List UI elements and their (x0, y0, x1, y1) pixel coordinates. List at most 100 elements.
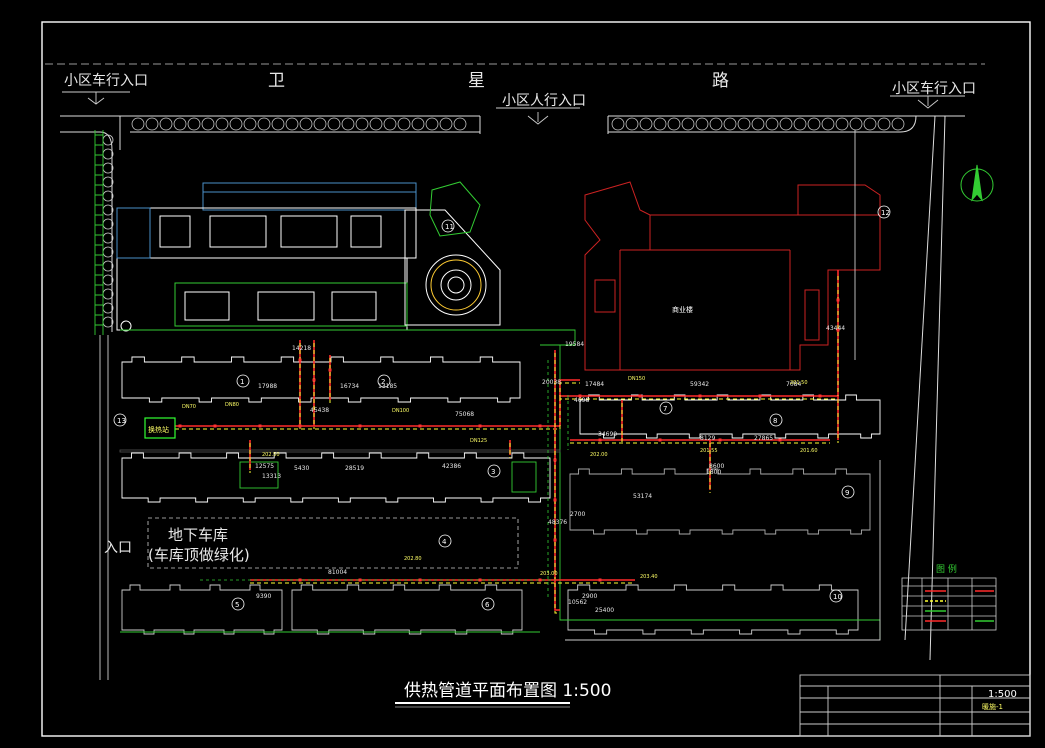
heating-pipes (175, 270, 839, 614)
pipe-length-label: 53174 (633, 493, 652, 500)
pipe-length-label: 42386 (442, 463, 461, 470)
tree-icon (709, 117, 723, 131)
tree-icon (821, 117, 835, 131)
tree-icon (187, 117, 201, 131)
pipe-spec-label: 201.55 (700, 448, 718, 454)
road-char-3: 路 (712, 71, 729, 91)
pipe-length-label: 13313 (262, 473, 281, 480)
tree-icon (681, 117, 695, 131)
tree-icon (653, 117, 667, 131)
building-number: 13 (117, 417, 126, 425)
commercial-block (116, 181, 501, 332)
pipe-spec-label: DN100 (392, 408, 409, 414)
sheet-number: 暖施-1 (982, 702, 1003, 711)
tree-icon (355, 117, 369, 131)
valve-marker (658, 438, 662, 442)
tree-icon (425, 117, 439, 131)
mall-label: 商业楼 (672, 305, 693, 314)
pipe-length-label: 59342 (690, 381, 709, 388)
tree-icon (737, 117, 751, 131)
valve-marker (298, 578, 302, 582)
site-plan-drawing: 卫 星 路 小区车行入口 小区人行入口 小区车行入口 入口 地下车库 (车库顶做… (41, 21, 1031, 737)
valve-marker (258, 424, 262, 428)
road-char-2: 星 (468, 71, 485, 91)
legend-title: 图 例 (936, 563, 957, 575)
valve-marker (553, 498, 557, 502)
pipe-spec-label: DN80 (225, 402, 239, 408)
pipe-length-label: 17484 (585, 381, 604, 388)
tree-icon (102, 134, 114, 146)
tree-icon (835, 117, 849, 131)
pipe-length-label: 2700 (570, 511, 585, 518)
tree-icon (131, 117, 145, 131)
tree-icon (229, 117, 243, 131)
valve-marker (178, 424, 182, 428)
building-number: 8 (773, 417, 777, 425)
pipe-length-label: 43444 (826, 325, 845, 332)
side-entrance: 入口 (104, 540, 132, 556)
tree-icon (779, 117, 793, 131)
valve-marker (418, 578, 422, 582)
valve-marker (538, 424, 542, 428)
building-number: 10 (833, 593, 842, 601)
tree-icon (611, 117, 625, 131)
valve-marker (312, 378, 316, 382)
tree-icon (215, 117, 229, 131)
tree-icon (397, 117, 411, 131)
tree-icon (271, 117, 285, 131)
pipe-length-label: 45438 (310, 407, 329, 414)
building-number: 7 (663, 405, 667, 413)
building-number: 6 (485, 601, 490, 609)
supply-pipe (559, 270, 839, 426)
pipe-length-label: 75068 (455, 411, 474, 418)
gas-pipe (200, 360, 569, 600)
pipe-length-label: 12575 (255, 463, 274, 470)
pipe-length-label: 4698 (574, 397, 589, 404)
pipe-spec-label: 202.50 (262, 452, 280, 458)
landscape-patch (511, 461, 537, 493)
building-number: 1 (240, 378, 244, 386)
pipe-length-label: 27865 (754, 435, 773, 442)
supply-pipe (559, 379, 580, 396)
pipe-length-label: 13185 (378, 383, 397, 390)
valve-marker (718, 438, 722, 442)
pipe-spec-label: 203.40 (640, 574, 658, 580)
pipe-length-label: 14218 (292, 345, 311, 352)
tree-icon (299, 117, 313, 131)
pipe-dimension-labels: 179881421816734 1318545438750681958420038… (182, 325, 845, 614)
valve-marker (358, 424, 362, 428)
garage-line-2: (车库顶做绿化) (148, 546, 250, 564)
tree-icon (327, 117, 341, 131)
landscape-edge (120, 329, 881, 640)
tree-icon (807, 117, 821, 131)
valve-marker (818, 394, 822, 398)
building-outline (569, 468, 871, 535)
tree-icon (891, 117, 905, 131)
pipe-length-label: 8129 (700, 435, 715, 442)
west-green-strip (94, 130, 104, 335)
valve-marker (213, 424, 217, 428)
building-outline (579, 394, 881, 439)
tree-icon (383, 117, 397, 131)
tree-icon (765, 117, 779, 131)
pipe-length-label: 81004 (328, 569, 347, 576)
west-edge (99, 335, 109, 680)
valve-marker (553, 458, 557, 462)
pipe-length-label: 34690 (598, 431, 617, 438)
pipe-length-label: 20038 (542, 379, 561, 386)
valve-marker (358, 578, 362, 582)
valve-marker (698, 394, 702, 398)
pipe-spec-label: DN70 (182, 404, 196, 410)
tree-icon (201, 117, 215, 131)
valve-marker (298, 358, 302, 362)
tree-icon (793, 117, 807, 131)
valve-marker (758, 394, 762, 398)
tree-icon (667, 117, 681, 131)
supply-pipe (554, 580, 560, 611)
pedestrian-entrance: 小区人行入口 (502, 93, 586, 109)
valve-marker (836, 298, 840, 302)
pipe-spec-label: DN150 (628, 376, 645, 382)
pipe-length-label: 48376 (548, 519, 567, 526)
valve-marker (553, 538, 557, 542)
pipe-spec-label: 201.60 (800, 448, 818, 454)
